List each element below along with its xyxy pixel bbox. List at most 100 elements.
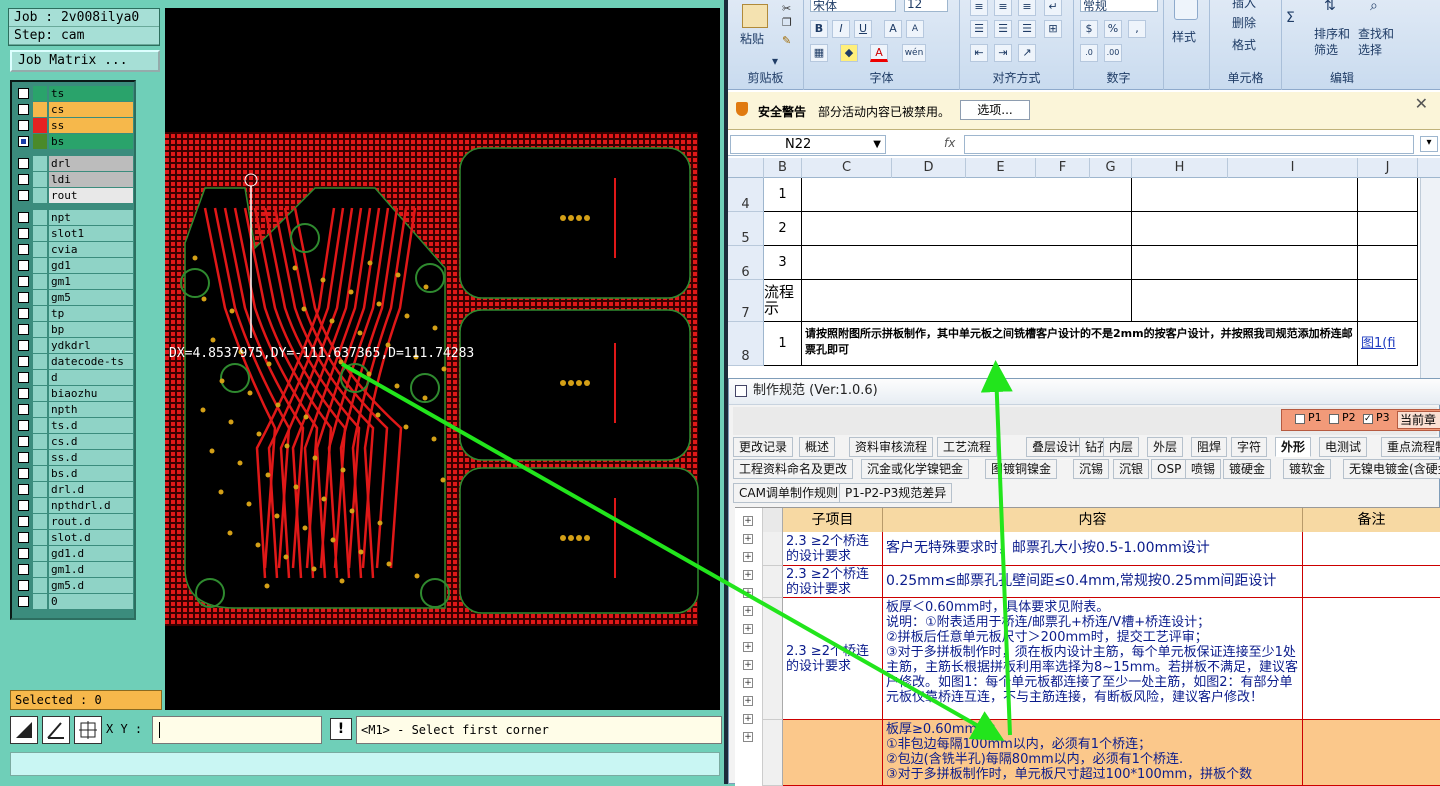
find-select-button[interactable]: 查找和 选择 <box>1358 26 1394 58</box>
bold-icon[interactable]: B <box>810 20 828 38</box>
layer-row[interactable]: ts <box>16 86 133 101</box>
align-bottom-icon[interactable]: ≡ <box>1018 0 1036 16</box>
expand-row-icon[interactable]: + <box>743 552 753 562</box>
layer-checkbox[interactable] <box>18 516 29 527</box>
cell-h[interactable] <box>1132 178 1358 212</box>
tab-tabs_row1-8[interactable]: 阻焊 <box>1191 437 1228 457</box>
cell-b[interactable]: 3 <box>764 246 802 280</box>
sort-filter-icon[interactable]: ⇅ <box>1324 0 1336 14</box>
grid-content[interactable]: 客户无特殊要求时，邮票孔大小按0.5-1.00mm设计 <box>883 532 1303 566</box>
find-icon[interactable]: ⌕ <box>1370 0 1378 14</box>
formula-input[interactable] <box>964 135 1414 154</box>
row-selector[interactable] <box>763 598 783 720</box>
merge-center-icon[interactable]: ⊞ <box>1044 20 1062 38</box>
paste-icon[interactable] <box>742 4 768 28</box>
grid-subitem[interactable]: 2.3 ≥2个桥连的设计要求 <box>783 566 883 598</box>
layer-row[interactable]: rout <box>16 188 133 203</box>
row-selector[interactable] <box>763 566 783 598</box>
style-icon[interactable] <box>1174 0 1198 20</box>
expand-row-icon[interactable]: + <box>743 696 753 706</box>
layer-checkbox[interactable] <box>18 372 29 383</box>
tab-tabs_row1-7[interactable]: 外层 <box>1147 437 1184 457</box>
column-header[interactable]: B <box>764 158 802 178</box>
layer-row[interactable]: datecode-ts <box>16 354 133 369</box>
paste-button[interactable]: 粘贴 <box>740 30 764 47</box>
grid-header[interactable]: 内容 <box>883 508 1303 532</box>
layer-checkbox[interactable] <box>18 324 29 335</box>
layer-row[interactable]: 0 <box>16 594 133 609</box>
tab-tabs_row1-2[interactable]: 资料审核流程 <box>849 437 934 457</box>
layer-checkbox[interactable] <box>18 420 29 431</box>
layer-checkbox[interactable] <box>18 580 29 591</box>
layer-checkbox[interactable] <box>18 292 29 303</box>
sum-icon[interactable]: Σ <box>1286 10 1295 26</box>
grid-content[interactable]: 板厚＜0.60mm时，具体要求见附表。 说明：①附表适用于桥连/邮票孔+桥连/V… <box>883 598 1303 720</box>
sort-filter-button[interactable]: 排序和 筛选 <box>1314 26 1350 58</box>
align-middle-icon[interactable]: ≡ <box>994 0 1012 16</box>
layer-checkbox[interactable] <box>18 244 29 255</box>
layer-row[interactable]: gd1.d <box>16 546 133 561</box>
expand-row-icon[interactable]: + <box>743 660 753 670</box>
column-header[interactable]: J <box>1358 158 1418 178</box>
grid-content[interactable]: 0.25mm≤邮票孔孔壁间距≤0.4mm,常规按0.25mm间距设计 <box>883 566 1303 598</box>
italic-icon[interactable]: I <box>832 20 850 38</box>
expand-row-icon[interactable]: + <box>743 642 753 652</box>
pcb-canvas[interactable]: DX=4.8537975,DY=-111.637365,D=111.74283 <box>165 8 720 710</box>
column-header[interactable]: C <box>802 158 892 178</box>
row-selector[interactable] <box>763 532 783 566</box>
cell-j-link[interactable]: 图1(fi <box>1358 322 1418 366</box>
grid-note[interactable] <box>1303 598 1440 720</box>
grid-subitem[interactable]: 2.3 ≥2个桥连的设计要求 <box>783 532 883 566</box>
grid-snap-icon[interactable] <box>74 716 102 744</box>
cell-b[interactable]: 1 <box>764 322 802 366</box>
grid-subitem[interactable]: 2.3 ≥2个桥连的设计要求 <box>783 598 883 720</box>
tab-tabs_row2-5[interactable]: OSP <box>1151 459 1188 479</box>
select-all-corner[interactable] <box>728 158 764 178</box>
tab-tabs_row1-9[interactable]: 字符 <box>1231 437 1268 457</box>
column-header[interactable]: D <box>892 158 966 178</box>
copy-icon[interactable]: ❐ <box>782 16 792 29</box>
expand-row-icon[interactable]: + <box>743 624 753 634</box>
style-button[interactable]: 样式 <box>1172 28 1196 45</box>
layer-row[interactable]: bp <box>16 322 133 337</box>
xy-input[interactable] <box>152 716 322 744</box>
layer-row[interactable]: d <box>16 370 133 385</box>
tab-tabs_row2-9[interactable]: 无镍电镀金(含硬金、软 <box>1343 459 1440 479</box>
tab-tabs_row1-10[interactable]: 外形 <box>1275 437 1312 457</box>
layer-row[interactable]: drl <box>16 156 133 171</box>
tab-tabs_row2-8[interactable]: 镀软金 <box>1283 459 1332 479</box>
align-right-icon[interactable]: ☰ <box>1018 20 1036 38</box>
layer-row[interactable]: ts.d <box>16 418 133 433</box>
cell-j[interactable] <box>1358 280 1418 322</box>
layer-checkbox[interactable] <box>18 104 29 115</box>
cell-h[interactable] <box>1132 246 1358 280</box>
grid-subitem[interactable] <box>783 720 883 786</box>
percent-icon[interactable]: % <box>1104 20 1122 38</box>
decrease-indent-icon[interactable]: ⇤ <box>970 44 988 62</box>
layer-checkbox[interactable] <box>18 436 29 447</box>
layer-checkbox[interactable] <box>18 276 29 287</box>
grid-note[interactable] <box>1303 566 1440 598</box>
layer-row[interactable]: biaozhu <box>16 386 133 401</box>
tab-tabs_row1-11[interactable]: 电测试 <box>1319 437 1368 457</box>
security-options-button[interactable]: 选项... <box>960 100 1030 120</box>
layer-row[interactable]: cs.d <box>16 434 133 449</box>
tab-tabs_row2-6[interactable]: 喷锡 <box>1185 459 1222 479</box>
layer-checkbox[interactable] <box>18 564 29 575</box>
expand-formula-icon[interactable]: ▾ <box>1420 136 1438 152</box>
layer-row[interactable]: rout.d <box>16 514 133 529</box>
increase-indent-icon[interactable]: ⇥ <box>994 44 1012 62</box>
layer-checkbox[interactable] <box>18 228 29 239</box>
expand-row-icon[interactable]: + <box>743 570 753 580</box>
layer-row[interactable]: gm5.d <box>16 578 133 593</box>
layer-checkbox[interactable] <box>18 356 29 367</box>
tab-tabs_row1-12[interactable]: 重点流程制作 <box>1381 437 1440 457</box>
layer-row[interactable]: ydkdrl <box>16 338 133 353</box>
layer-row[interactable]: gm5 <box>16 290 133 305</box>
column-header[interactable]: G <box>1090 158 1132 178</box>
page-checkbox[interactable] <box>1329 414 1339 424</box>
tab-tabs_row1-3[interactable]: 工艺流程 <box>937 437 998 457</box>
tab-tabs_row2-4[interactable]: 沉银 <box>1113 459 1150 479</box>
layer-row[interactable]: slot.d <box>16 530 133 545</box>
layer-checkbox[interactable] <box>18 120 29 131</box>
